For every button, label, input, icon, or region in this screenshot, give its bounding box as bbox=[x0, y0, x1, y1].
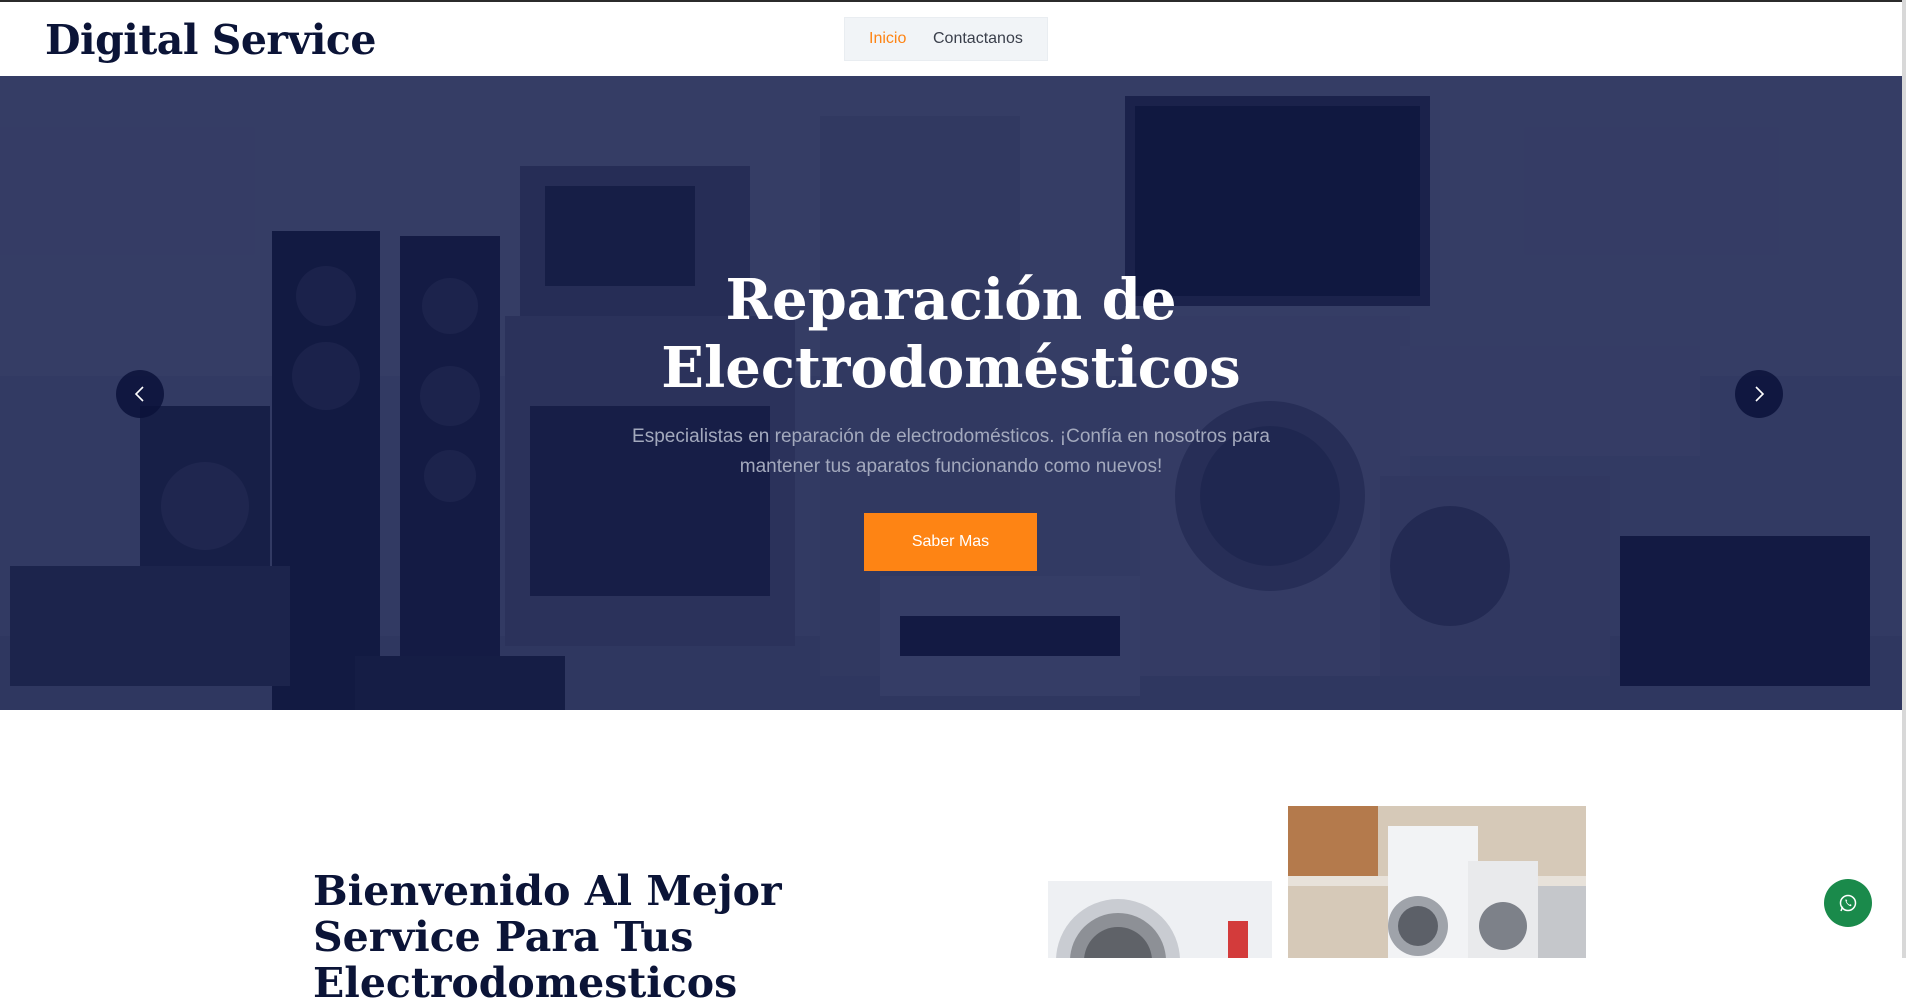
page-scrollbar[interactable] bbox=[1902, 0, 1906, 958]
washer-image bbox=[1048, 881, 1272, 958]
chevron-left-icon bbox=[134, 386, 144, 402]
saber-mas-button[interactable]: Saber Mas bbox=[864, 513, 1037, 571]
about-title: Bienvenido Al Mejor Service Para Tus Ele… bbox=[313, 867, 782, 1007]
carousel-prev-button[interactable] bbox=[116, 370, 164, 418]
main-nav: Inicio Contactanos bbox=[844, 17, 1048, 61]
nav-link-inicio[interactable]: Inicio bbox=[869, 30, 906, 48]
site-logo[interactable]: Digital Service bbox=[45, 16, 376, 64]
hero-carousel: Reparación de Electrodomésticos Especial… bbox=[0, 76, 1902, 710]
whatsapp-button[interactable] bbox=[1824, 879, 1872, 927]
hero-title: Reparación de Electrodomésticos bbox=[661, 267, 1241, 401]
nav-link-contactanos[interactable]: Contactanos bbox=[933, 30, 1023, 48]
whatsapp-icon bbox=[1839, 894, 1857, 912]
kitchen-repair-image bbox=[1288, 806, 1586, 958]
site-header: Digital Service Inicio Contactanos bbox=[0, 2, 1906, 76]
chevron-right-icon bbox=[1755, 386, 1765, 402]
carousel-next-button[interactable] bbox=[1735, 370, 1783, 418]
hero-subtitle: Especialistas en reparación de electrodo… bbox=[632, 426, 1270, 477]
